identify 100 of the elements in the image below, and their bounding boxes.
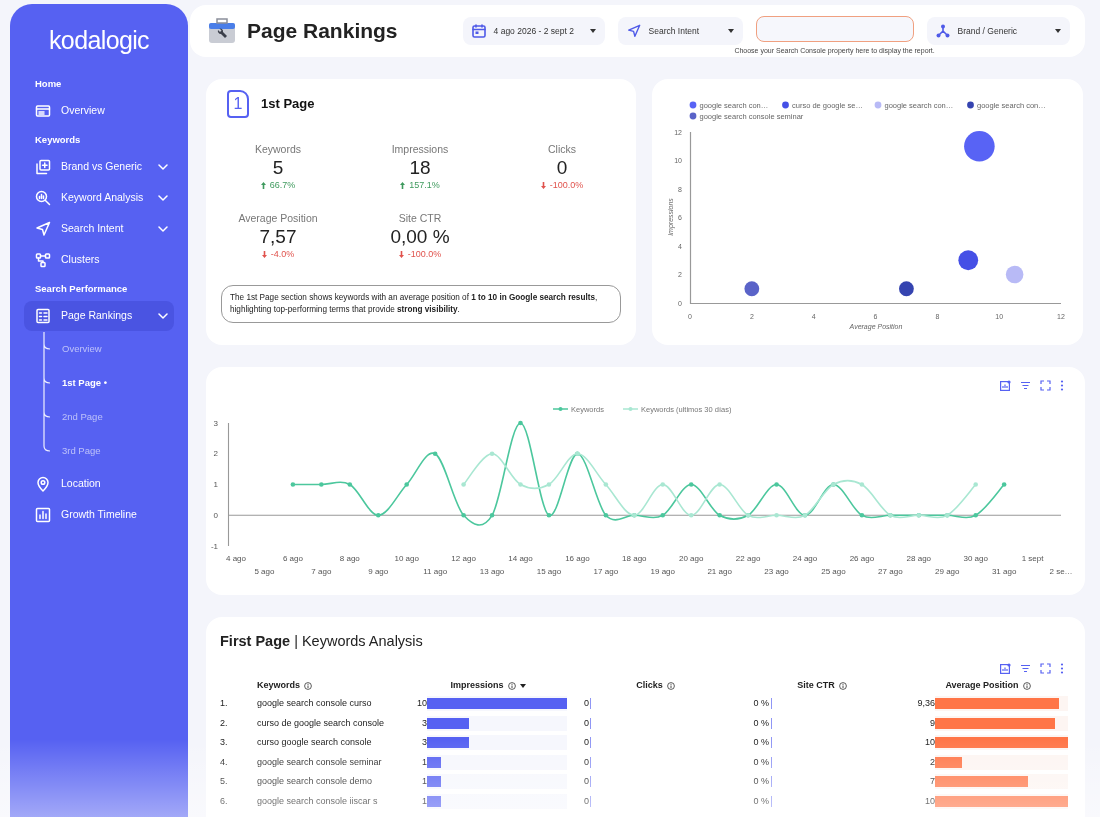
data-point: [859, 512, 865, 518]
metric-change: -100.0%: [549, 179, 584, 191]
sub-nav-item[interactable]: 1st Page •: [62, 375, 108, 391]
table-cell-text: 1: [421, 755, 427, 769]
data-point: [1001, 482, 1007, 487]
table-cell-text: 0: [583, 794, 589, 808]
table-cell-text: 1: [421, 794, 427, 808]
metric-label: Average Position: [238, 211, 318, 225]
row-number: 1.: [220, 697, 228, 710]
tick-label: -1: [210, 541, 218, 551]
data-point: [660, 482, 666, 487]
note-text: The 1st Page section shows keywords with an average position of 1 to 10 in Google search results, highlighting top-performing terms that provide strong visibility.: [221, 285, 621, 323]
bubble[interactable]: [744, 281, 760, 297]
date-range-dropdown[interactable]: 4 ago 2026 - 2 sept 2: [462, 17, 605, 45]
table-cell: google search console seminar: [257, 755, 382, 769]
table-cell-text: 0: [583, 716, 589, 730]
data-point: [432, 451, 438, 457]
more-icon[interactable]: [1060, 379, 1064, 391]
data-point: [461, 482, 466, 487]
tick-label: 18 ago: [622, 554, 647, 563]
tick-label: 12 ago: [451, 554, 476, 563]
property-field[interactable]: [755, 15, 914, 42]
table-cell-text: 2: [929, 755, 935, 769]
nav-item[interactable]: Search Intent: [24, 214, 174, 244]
nav-item[interactable]: Page Rankings: [24, 301, 174, 331]
filter-icon[interactable]: [1020, 662, 1031, 674]
tick-label: 5 ago: [254, 567, 275, 576]
page-title: Page Rankings: [247, 18, 398, 45]
table-cell-text: 10: [924, 736, 935, 749]
column-header[interactable]: Impressions: [450, 679, 526, 693]
data-point: [546, 512, 552, 518]
tick-label: 20 ago: [678, 554, 704, 563]
table-cell-text: 0 %: [752, 755, 769, 769]
table-cell-text: 10: [924, 794, 935, 808]
bubble[interactable]: [899, 281, 914, 297]
window-icon: [35, 103, 51, 119]
tick-label: 11 ago: [423, 567, 448, 576]
table-cell-text: 0 %: [752, 716, 769, 730]
tick-label: 2: [213, 449, 218, 459]
metric-label: Impressions: [391, 142, 449, 156]
data-point: [774, 482, 779, 487]
table-cell-text: 3: [421, 716, 427, 730]
nav-item[interactable]: Keyword Analysis: [24, 183, 174, 213]
tick-label: 14 ago: [508, 554, 533, 563]
hierarchy-icon: [935, 24, 950, 38]
column-header[interactable]: Average Position: [945, 679, 1031, 693]
data-point: [375, 512, 381, 518]
bubble[interactable]: [964, 130, 995, 162]
column-header[interactable]: Site CTR: [797, 679, 847, 693]
tick-label: 28 ago: [906, 554, 932, 563]
sub-nav-item[interactable]: 2nd Page: [62, 409, 103, 425]
column-header[interactable]: Keywords: [257, 679, 312, 693]
info-icon: [507, 682, 516, 690]
fullscreen-icon[interactable]: [1040, 662, 1051, 674]
table-cell-text: google search console demo: [257, 775, 373, 788]
bubble[interactable]: [958, 250, 979, 271]
nav-item[interactable]: Brand vs Generic: [24, 152, 174, 182]
nav-item[interactable]: Location: [24, 469, 174, 499]
tick-label: 31 ago: [991, 567, 1017, 576]
row-number: 6.: [220, 794, 228, 808]
chart-settings-icon[interactable]: [1000, 662, 1011, 674]
data-point: [774, 512, 779, 518]
data-point: [859, 482, 865, 487]
nav-item[interactable]: Overview: [24, 96, 174, 126]
nav-item[interactable]: Growth Timeline: [24, 500, 174, 530]
tick-label: 19 ago: [650, 567, 675, 576]
column-header[interactable]: Clicks: [636, 679, 675, 693]
more-icon[interactable]: [1060, 662, 1064, 674]
brand-dropdown[interactable]: Brand / Generic: [926, 17, 1070, 45]
intent-dropdown[interactable]: Search Intent: [617, 17, 743, 45]
metric-value: 7,57: [259, 225, 297, 248]
calendar-icon: [471, 24, 486, 38]
info-icon: [1022, 682, 1031, 690]
row-number: 2.: [220, 716, 228, 730]
section-label: Search Performance: [35, 282, 129, 296]
table-cell-text: 10: [416, 697, 427, 710]
table-cell-text: 0: [583, 755, 589, 769]
nav-item[interactable]: Clusters: [24, 245, 174, 275]
list-icon: [35, 308, 51, 324]
bar-chart-icon: [35, 507, 51, 523]
filter-icon[interactable]: [1020, 379, 1031, 391]
chart-settings-icon[interactable]: [1000, 379, 1011, 391]
table-cell-text: 0 %: [752, 794, 769, 808]
metric-label: Clicks: [548, 142, 576, 156]
table-cell-text: 0: [583, 736, 589, 749]
section-label: Home: [35, 77, 63, 91]
logo: kodalogic: [48, 25, 150, 56]
tick-label: 27 ago: [878, 567, 903, 576]
info-icon: [666, 682, 675, 690]
fullscreen-icon[interactable]: [1040, 379, 1051, 391]
sort-caret-icon[interactable]: [519, 684, 526, 688]
sub-nav-item[interactable]: 3rd Page: [62, 443, 101, 459]
data-point: [461, 512, 466, 518]
tick-label: 7 ago: [311, 567, 332, 576]
section-label: Keywords: [35, 133, 82, 147]
tick-label: 8 ago: [339, 554, 360, 563]
data-point: [688, 482, 694, 487]
table-cell: google search console iiscar s: [257, 794, 378, 808]
location-pin-icon: [35, 476, 51, 492]
nodes-icon: [35, 252, 51, 268]
